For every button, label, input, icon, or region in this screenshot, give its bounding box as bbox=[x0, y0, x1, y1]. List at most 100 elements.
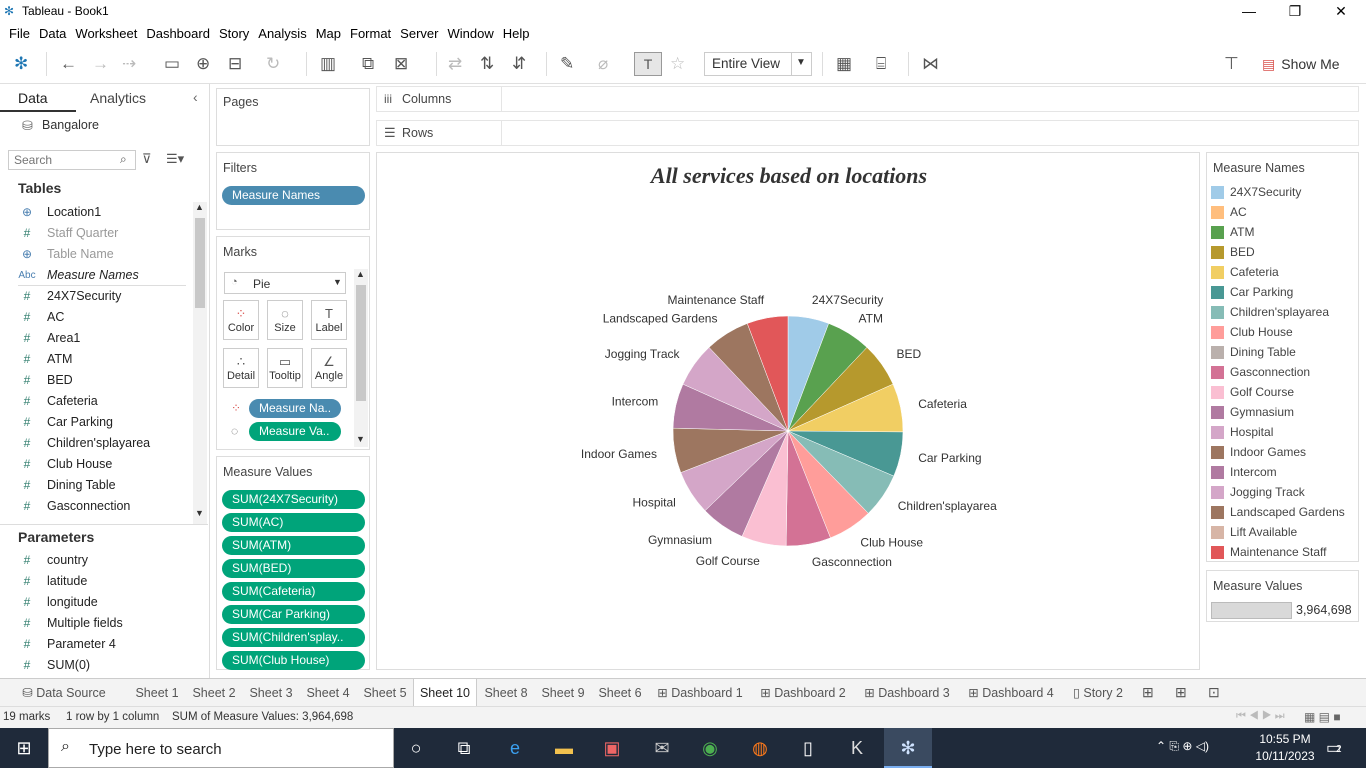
legend-item[interactable]: Landscaped Gardens bbox=[1211, 503, 1345, 521]
datasource-name[interactable]: Bangalore bbox=[42, 118, 99, 132]
legend-item[interactable]: Intercom bbox=[1211, 463, 1277, 481]
menu-data[interactable]: Data bbox=[39, 26, 66, 41]
store-icon[interactable]: ▣ bbox=[600, 736, 624, 760]
field-item[interactable]: # Club House bbox=[18, 454, 113, 474]
legend-item[interactable]: Hospital bbox=[1211, 423, 1273, 441]
notepad-icon[interactable]: ▯ bbox=[796, 736, 820, 760]
field-item[interactable]: ⊕ Table Name bbox=[18, 244, 114, 264]
redo-icon[interactable]: → bbox=[92, 54, 109, 74]
sheet-tab[interactable]: ⊞ Dashboard 4 bbox=[960, 679, 1062, 707]
field-item[interactable]: # AC bbox=[18, 307, 65, 327]
sheet-tab[interactable]: Sheet 3 bbox=[243, 679, 299, 707]
scroll-up-icon[interactable]: ▲ bbox=[356, 269, 365, 279]
mark-type-dropdown[interactable]: ◔ Pie ▼ bbox=[224, 272, 346, 294]
new-worksheet-tab-icon[interactable]: ⊞ bbox=[1142, 684, 1154, 701]
chrome-icon[interactable]: ◉ bbox=[698, 736, 722, 760]
filter-pill-measure-names[interactable]: Measure Names bbox=[222, 186, 365, 205]
minimize-button[interactable]: — bbox=[1226, 0, 1272, 22]
scroll-up-icon[interactable]: ▲ bbox=[195, 202, 204, 212]
clock-date[interactable]: 10/11/2023 bbox=[1252, 749, 1318, 763]
mark-pill-measure-values[interactable]: Measure Va.. bbox=[249, 422, 341, 441]
search-field[interactable]: ⌕ bbox=[8, 150, 136, 170]
search-input[interactable] bbox=[14, 151, 114, 169]
show-labels-icon[interactable]: T bbox=[634, 52, 662, 76]
measure-value-pill[interactable]: SUM(AC) bbox=[222, 513, 365, 532]
field-item[interactable]: # Cafeteria bbox=[18, 391, 98, 411]
field-item[interactable]: # Children'splayarea bbox=[18, 433, 150, 453]
taskbar-search[interactable]: ⌕ Type here to search bbox=[48, 728, 394, 768]
measure-value-pill[interactable]: SUM(ATM) bbox=[222, 536, 365, 555]
fix-axes-icon[interactable]: ☆ bbox=[670, 54, 685, 74]
tableau-home-icon[interactable]: ✻ bbox=[14, 54, 28, 74]
tab-nav-icon[interactable]: ⏮ ◀ ▶ ⏭ bbox=[1236, 710, 1285, 723]
legend-item[interactable]: Gymnasium bbox=[1211, 403, 1294, 421]
sheet-tab[interactable]: Sheet 9 bbox=[535, 679, 591, 707]
menu-help[interactable]: Help bbox=[503, 26, 530, 41]
color-button[interactable]: ⁘ Color bbox=[223, 300, 259, 340]
measure-value-pill[interactable]: SUM(Cafeteria) bbox=[222, 582, 365, 601]
highlight-icon[interactable]: ✎ bbox=[560, 54, 574, 74]
replay-icon[interactable]: ⇢ bbox=[122, 54, 136, 74]
legend-item[interactable]: AC bbox=[1211, 203, 1247, 221]
field-item[interactable]: # Gasconnection bbox=[18, 496, 131, 516]
field-item[interactable]: # ATM bbox=[18, 349, 73, 369]
sheet-tab[interactable]: ⛁ Data Source bbox=[0, 679, 128, 707]
measure-value-pill[interactable]: SUM(Club House) bbox=[222, 651, 365, 670]
duplicate-icon[interactable]: ⧉ bbox=[362, 54, 374, 74]
sheet-tab[interactable]: ⊞ Dashboard 2 bbox=[752, 679, 854, 707]
legend-item[interactable]: Dining Table bbox=[1211, 343, 1296, 361]
legend-item[interactable]: Lift Available bbox=[1211, 523, 1297, 541]
parameter-item[interactable]: # Multiple fields bbox=[18, 613, 123, 633]
task-view-icon[interactable]: ⧉ bbox=[452, 736, 476, 760]
parameter-item[interactable]: # longitude bbox=[18, 592, 98, 612]
presentation-icon[interactable]: ⌸ bbox=[876, 54, 886, 74]
sheet-tab[interactable]: Sheet 10 bbox=[413, 679, 477, 707]
marks-scrollbar[interactable]: ▲ ▼ bbox=[354, 269, 368, 447]
label-button[interactable]: T Label bbox=[311, 300, 347, 340]
parameter-item[interactable]: # latitude bbox=[18, 571, 88, 591]
pie-chart[interactable]: 24X7Security ATM BED Cafeteria Car Parking Ch… bbox=[377, 153, 1199, 669]
close-button[interactable]: ✕ bbox=[1318, 0, 1364, 22]
new-worksheet-icon[interactable]: ▥ bbox=[320, 54, 336, 74]
undo-icon[interactable]: ← bbox=[60, 54, 77, 74]
new-story-tab-icon[interactable]: ⊡ bbox=[1208, 684, 1220, 701]
mark-pill-measure-names[interactable]: Measure Na.. bbox=[249, 399, 341, 418]
legend-item[interactable]: Cafeteria bbox=[1211, 263, 1279, 281]
parameter-item[interactable]: # Parameter 4 bbox=[18, 634, 116, 654]
swap-icon[interactable]: ⇄ bbox=[448, 54, 462, 74]
filters-card[interactable]: Filters Measure Names bbox=[216, 152, 370, 230]
legend-item[interactable]: BED bbox=[1211, 243, 1255, 261]
measure-value-pill[interactable]: SUM(BED) bbox=[222, 559, 365, 578]
firefox-icon[interactable]: ◍ bbox=[748, 736, 772, 760]
field-item[interactable]: Abc Measure Names bbox=[18, 265, 138, 285]
legend-item[interactable]: Indoor Games bbox=[1211, 443, 1306, 461]
rows-shelf[interactable]: ☰ Rows bbox=[376, 120, 1359, 146]
menu-file[interactable]: File bbox=[9, 26, 30, 41]
mail-icon[interactable]: ✉ bbox=[650, 736, 674, 760]
detail-button[interactable]: ∴ Detail bbox=[223, 348, 259, 388]
field-item[interactable]: # Dining Table bbox=[18, 475, 116, 495]
app-k-icon[interactable]: K bbox=[845, 736, 869, 760]
group-icon[interactable]: ⌀ bbox=[598, 54, 608, 74]
fit-dropdown[interactable]: Entire View ▼ bbox=[704, 52, 812, 76]
save-icon[interactable]: ▭ bbox=[164, 54, 180, 74]
tray-icons[interactable]: ⌃ ⎘ ⊕ ◁) bbox=[1156, 739, 1209, 754]
legend-item[interactable]: Maintenance Staff bbox=[1211, 543, 1327, 561]
tooltip-button[interactable]: ▭ Tooltip bbox=[267, 348, 303, 388]
pages-card[interactable]: Pages bbox=[216, 88, 370, 146]
show-me-button[interactable]: ▤ Show Me bbox=[1262, 54, 1340, 74]
parameter-item[interactable]: # country bbox=[18, 550, 88, 570]
menu-window[interactable]: Window bbox=[447, 26, 493, 41]
legend-item[interactable]: Club House bbox=[1211, 323, 1293, 341]
parameter-item[interactable]: # SUM(0) bbox=[18, 655, 90, 675]
sheet-tab[interactable]: Sheet 2 bbox=[186, 679, 242, 707]
edge-icon[interactable]: e bbox=[503, 736, 527, 760]
sheet-tab[interactable]: Sheet 6 bbox=[592, 679, 648, 707]
cortana-icon[interactable]: ○ bbox=[404, 736, 428, 760]
menu-analysis[interactable]: Analysis bbox=[258, 26, 306, 41]
menu-format[interactable]: Format bbox=[350, 26, 391, 41]
windows-start-icon[interactable]: ⊞ bbox=[12, 736, 36, 760]
sort-desc-icon[interactable]: ⇵ bbox=[512, 54, 526, 74]
sheet-tab[interactable]: Sheet 1 bbox=[129, 679, 185, 707]
measure-value-pill[interactable]: SUM(Children'splay.. bbox=[222, 628, 365, 647]
